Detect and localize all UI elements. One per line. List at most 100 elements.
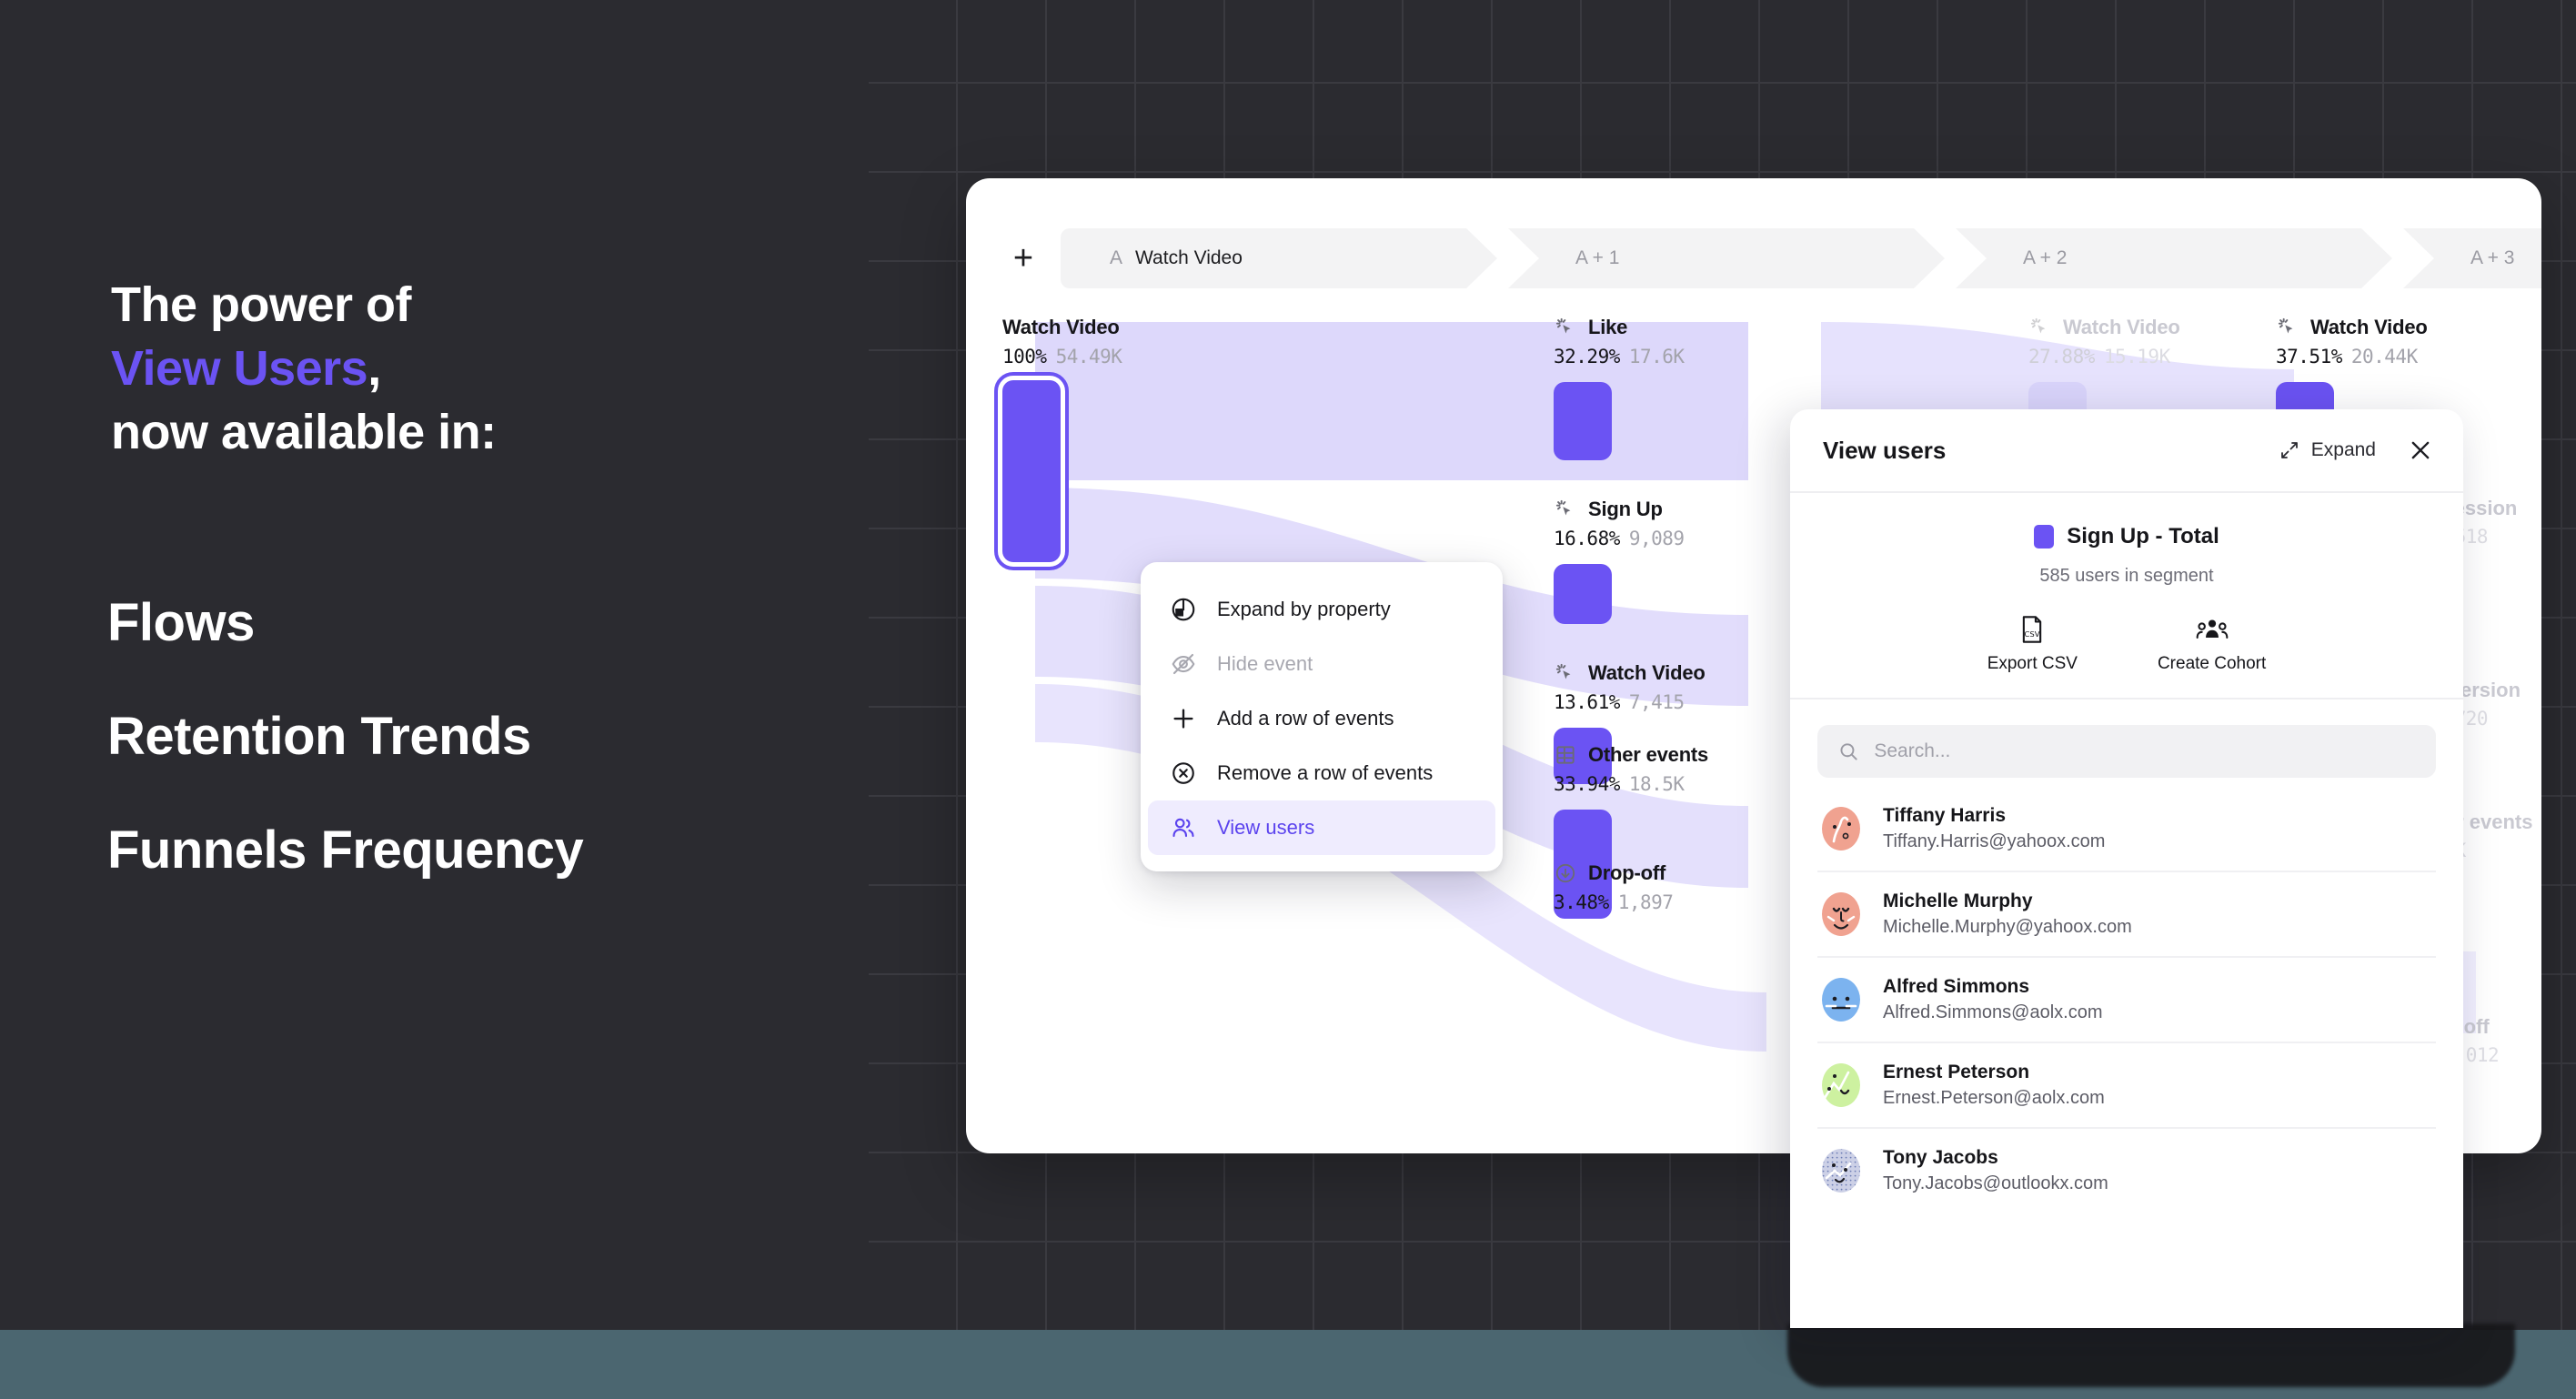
funnel-bar-selected[interactable] [994,372,1069,570]
funnel-node-label: Like [1588,316,1628,338]
step-chip-a2-key: A + 2 [2023,247,2068,268]
funnel-node-pct: 33.94% [1554,773,1620,795]
circle-x-icon [1172,762,1194,784]
screenshot-root: The power of View Users, now available i… [0,0,2576,1399]
menu-item-label: Add a row of events [1217,707,1394,730]
avatar [1822,978,1860,1022]
user-name: Tiffany Harris [1883,805,2006,826]
create-cohort-label: Create Cohort [2157,654,2267,673]
feature-item-retention-trends: Retention Trends [107,706,531,766]
step-chip-a1[interactable]: A + 1 [1508,228,1945,288]
panel-title: View users [1823,436,1947,464]
funnel-node-count: 7,415 [1628,691,1685,713]
user-email: Michelle.Murphy@yahoox.com [1883,917,2132,937]
menu-item-view-users[interactable]: View users [1148,800,1495,855]
list-item[interactable]: Ernest Peterson Ernest.Peterson@aolx.com [1817,1043,2436,1129]
search-field[interactable] [1817,725,2436,778]
funnel-node-count: 15.19K [2103,346,2170,367]
list-item[interactable]: Tony Jacobs Tony.Jacobs@outlookx.com [1817,1129,2436,1213]
funnel-node-pct: 13.61% [1554,691,1620,713]
close-icon[interactable] [2407,437,2434,464]
user-email: Tony.Jacobs@outlookx.com [1883,1173,2108,1193]
menu-item-expand-by-property[interactable]: Expand by property [1148,582,1495,637]
avatar [1822,892,1860,936]
search-input[interactable] [1874,740,2416,762]
step-chip-a3[interactable]: A + 3 [2403,228,2541,288]
expand-arrow-icon [2280,442,2298,458]
funnel-node-like[interactable]: Like 32.29% 17.6K [1554,315,1936,367]
funnel-node-label: Sign Up [1588,498,1663,520]
funnel-node-count: 18.5K [1628,773,1685,795]
feature-list: Flows Retention Trends Funnels Frequency [107,595,584,937]
funnel-node-pct: 27.88% [2028,346,2095,367]
step-chip-a3-key: A + 3 [2470,247,2515,268]
eye-off-icon [1172,653,1195,675]
step-chip-a1-key: A + 1 [1575,247,1620,268]
funnel-node-label: Drop-off [1588,861,1666,884]
funnel-node-pct: 37.51% [2276,346,2342,367]
export-csv-button[interactable]: CSV Export CSV [1987,614,2078,674]
funnel-node-watch-video-a[interactable]: Watch Video 100% 54.49K [1002,315,1384,367]
funnel-node-pct: 3.48% [1554,891,1609,913]
funnel-node-watch-video-a3[interactable]: Watch Video 37.51% 20.44K [2276,315,2541,367]
segment-actions: CSV Export CSV Create Cohort [1790,614,2463,700]
pie-slice-icon [1172,598,1195,621]
cursor-click-icon [1555,499,1571,516]
funnel-node-label: Other events [1588,743,1709,766]
users-icon [1172,818,1194,838]
cursor-click-icon [1555,317,1571,334]
menu-item-remove-row-of-events[interactable]: Remove a row of events [1148,746,1495,800]
funnel-node-count: 54.49K [1055,346,1122,367]
headline: The power of View Users, now available i… [111,273,839,465]
cursor-click-icon [2030,317,2046,334]
menu-item-label: Hide event [1217,652,1313,675]
headline-accent: View Users [111,341,368,397]
export-csv-label: Export CSV [1987,654,2078,673]
funnel-node-count: 9,089 [1628,528,1685,549]
cursor-click-icon [2278,317,2293,334]
user-email: Ernest.Peterson@aolx.com [1883,1088,2105,1108]
avatar [1822,1149,1860,1193]
user-name: Ernest Peterson [1883,1062,2030,1082]
create-cohort-button[interactable]: Create Cohort [2158,614,2266,674]
list-item[interactable]: Alfred Simmons Alfred.Simmons@aolx.com [1817,958,2436,1043]
svg-text:CSV: CSV [2025,629,2040,639]
step-chip-strip: A Watch Video A + 1 A + 2 A + 3 [1061,228,2541,288]
funnel-step-header: + A Watch Video A + 1 A + 2 A + 3 [1002,226,2541,291]
funnel-node-count: 17.6K [1628,346,1685,367]
list-item[interactable]: Tiffany Harris Tiffany.Harris@yahoox.com [1817,787,2436,872]
segment-subtitle: 585 users in segment [2039,566,2214,586]
menu-item-label: Remove a row of events [1217,761,1434,784]
funnel-bar-like[interactable] [1554,382,1612,460]
user-name: Alfred Simmons [1883,976,2030,997]
funnel-node-label: Watch Video [2063,316,2180,338]
step-chip-a2[interactable]: A + 2 [1956,228,2392,288]
drop-off-icon [1555,863,1575,883]
plus-icon [1173,709,1193,729]
avatar [1822,807,1860,850]
expand-button[interactable]: Expand [2279,439,2376,461]
headline-line-1: The power of [111,277,412,332]
search-icon [1840,743,1857,760]
expand-button-label: Expand [2310,439,2376,460]
funnel-node-label: Watch Video [2310,316,2428,338]
feature-item-funnels-frequency: Funnels Frequency [107,820,584,880]
people-group-icon [2196,619,2228,639]
funnel-node-pct: 16.68% [1554,528,1620,549]
user-name: Michelle Murphy [1883,891,2033,911]
user-list: Tiffany Harris Tiffany.Harris@yahoox.com… [1817,787,2436,1213]
menu-item-add-row-of-events[interactable]: Add a row of events [1148,691,1495,746]
step-chip-a[interactable]: A Watch Video [1061,228,1497,288]
step-chip-a-key: A [1110,247,1123,268]
menu-item-label: Expand by property [1217,598,1391,620]
avatar [1822,1063,1860,1107]
headline-line-3: now available in: [111,405,497,460]
add-step-button[interactable]: + [1002,237,1044,279]
device-bottom-shadow [1787,1324,2515,1387]
grid-icon [1556,746,1575,764]
list-item[interactable]: Michelle Murphy Michelle.Murphy@yahoox.c… [1817,872,2436,958]
segment-color-swatch [2034,525,2055,549]
funnel-bar-sign-up[interactable] [1554,564,1612,624]
user-email: Tiffany.Harris@yahoox.com [1883,831,2106,851]
user-name: Tony Jacobs [1883,1147,1998,1168]
